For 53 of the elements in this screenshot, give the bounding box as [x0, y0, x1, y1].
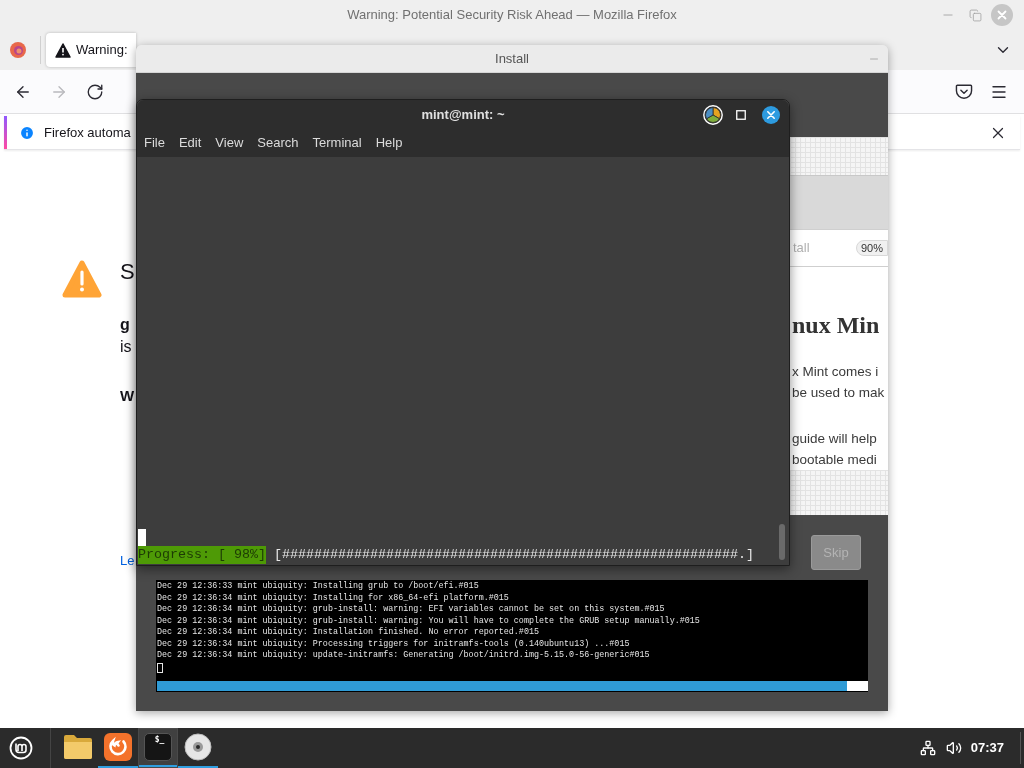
browser-tab[interactable]: Warning: — [46, 33, 136, 67]
progress-text: [#########################################################.] — [274, 546, 754, 564]
firefox-logo-icon[interactable] — [10, 42, 26, 58]
notification-text: Firefox automa — [44, 123, 131, 142]
slide-text: bootable medi — [792, 451, 878, 469]
log-line: Dec 29 12:36:33 mint ubiquity: Installing grub to /boot/efi.#015 — [157, 581, 480, 593]
log-line: Dec 29 12:36:34 mint ubiquity: grub-install: warning: EFI variables cannot be set on this system.#015 — [157, 604, 666, 616]
log-line: Dec 29 12:36:34 mint ubiquity: Installing for x86_64-efi platform.#015 — [157, 592, 510, 604]
scrollbar-thumb[interactable] — [779, 524, 785, 560]
menu-item[interactable]: File — [144, 133, 165, 153]
menu-item[interactable]: View — [215, 133, 244, 153]
log-line: Dec 29 12:36:34 mint ubiquity: Processing triggers for initramfs-tools (0.140ubuntu13) ...#015 — [157, 638, 631, 650]
menu-item[interactable]: Terminal — [312, 133, 362, 153]
slide-heading: nux Min — [792, 311, 881, 339]
volume-icon[interactable] — [945, 740, 962, 756]
mint-menu-icon[interactable] — [9, 736, 33, 760]
disc-icon — [184, 733, 212, 761]
reload-icon — [86, 82, 104, 101]
text-cursor — [138, 529, 146, 546]
window-title: mint@mint: ~ — [421, 105, 505, 124]
menu-item[interactable]: Search — [257, 133, 299, 153]
log-line: Dec 29 12:36:34 mint ubiquity: update-initramfs: Generating /boot/initrd.img-5.15.0-56-generic#015 — [157, 650, 651, 662]
menu-item[interactable]: Edit — [178, 133, 202, 153]
status-text: tall — [793, 239, 810, 257]
taskbar-button[interactable]: $_ — [138, 728, 178, 768]
text-cursor — [157, 662, 163, 673]
terminal-icon: $_ — [144, 733, 172, 762]
slide-text: guide will help — [792, 430, 878, 448]
close-icon[interactable] — [762, 105, 780, 124]
warning-icon — [55, 42, 71, 58]
page-text: is — [120, 337, 132, 357]
pocket-icon — [955, 83, 973, 100]
clock[interactable]: 07:37 — [970, 738, 1004, 758]
percent-badge: 90% — [855, 239, 888, 256]
warning-icon — [62, 260, 102, 298]
learn-more-link[interactable]: Le — [120, 550, 135, 572]
slide-text: be used to mak — [792, 384, 886, 402]
firefox-icon — [104, 733, 132, 761]
maximize-icon[interactable] — [736, 109, 746, 120]
window-title: Warning: Potential Security Risk Ahead — Mozilla Firefox — [347, 6, 677, 25]
page-text: g — [120, 315, 130, 335]
progress-label: Progress: [ 98%] — [138, 546, 266, 564]
page-subheading: W — [120, 386, 135, 406]
menu-item[interactable]: Help — [375, 133, 403, 153]
folder-icon — [63, 734, 93, 760]
color-wheel-icon[interactable] — [703, 104, 723, 125]
slide-text: x Mint comes i — [792, 363, 880, 381]
log-line: Dec 29 12:36:34 mint ubiquity: grub-install: warning: You will have to complete the GRUB setup manually.#015 — [157, 615, 701, 627]
network-icon[interactable] — [919, 740, 936, 756]
window-title: Install — [495, 49, 529, 68]
log-line: Dec 29 12:36:34 mint ubiquity: Installation finished. No error reported.#015 — [157, 627, 540, 639]
page-heading: S — [120, 258, 135, 286]
info-icon — [19, 124, 35, 141]
